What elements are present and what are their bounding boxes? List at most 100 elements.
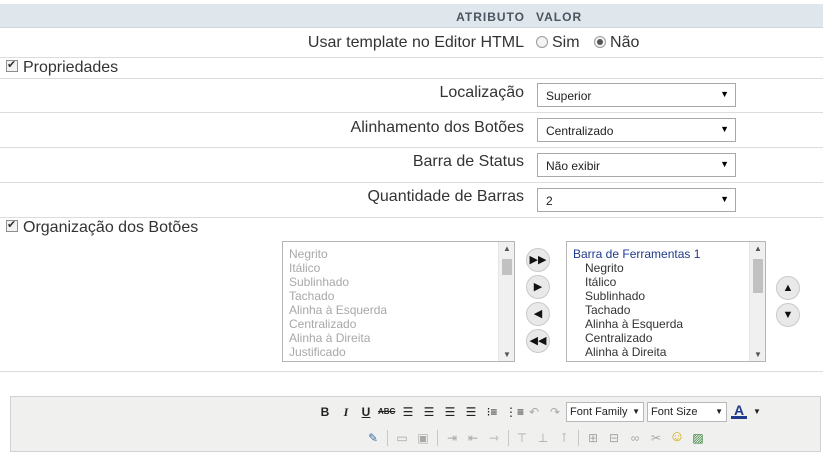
location-select[interactable]: Superior ▼ <box>537 83 736 107</box>
list-item[interactable]: Negrito <box>289 247 514 261</box>
list-item[interactable]: Alinha à Esquerda <box>289 303 514 317</box>
chevron-down-icon: ▼ <box>720 124 729 134</box>
scroll-thumb[interactable] <box>753 259 763 293</box>
unlink-icon[interactable]: ✂ <box>648 430 664 446</box>
separator <box>387 430 388 446</box>
chevron-down-icon: ▼ <box>715 407 723 416</box>
list-group-header[interactable]: Barra de Ferramentas 1 <box>573 247 765 261</box>
image-icon[interactable]: ▨ <box>690 430 706 446</box>
scroll-down-icon[interactable]: ▼ <box>750 350 765 359</box>
organization-checkbox[interactable] <box>6 218 18 232</box>
delete-row-icon[interactable]: ⇾ <box>486 430 502 446</box>
list-item[interactable]: Sublinhado <box>573 289 765 303</box>
scroll-up-icon[interactable]: ▲ <box>750 244 765 253</box>
separator <box>578 430 579 446</box>
section-organization: Organização dos Botões Negrito Itálico S… <box>0 218 823 372</box>
separator <box>508 430 509 446</box>
move-down-button[interactable]: ▼ <box>776 303 800 327</box>
list-item[interactable]: Justificado <box>289 345 514 359</box>
font-family-select[interactable]: Font Family ▼ <box>566 402 644 422</box>
properties-checkbox[interactable] <box>6 58 18 72</box>
insert-col-before-icon[interactable]: ⊤ <box>514 430 530 446</box>
insert-row-before-icon[interactable]: ⇥ <box>444 430 460 446</box>
template-label: Usar template no Editor HTML <box>307 34 524 51</box>
radio-nao-label: Não <box>610 34 640 51</box>
delete-col-icon[interactable]: ⊺ <box>556 430 572 446</box>
font-color-dropdown-icon[interactable]: ▼ <box>749 404 765 420</box>
available-items: Negrito Itálico Sublinhado Tachado Alinh… <box>283 242 514 359</box>
attribute-column-header: ATRIBUTO <box>456 10 525 24</box>
list-item[interactable]: Centralizado <box>289 317 514 331</box>
status-bar-select[interactable]: Não exibir ▼ <box>537 153 736 177</box>
radio-sim[interactable] <box>536 36 548 48</box>
move-all-right-button[interactable]: ▶▶ <box>526 248 550 272</box>
prop-label: Alinhamento dos Botões <box>350 119 524 136</box>
chevron-down-icon: ▼ <box>720 159 729 169</box>
prop-row: Alinhamento dos Botões Centralizado ▼ <box>0 113 823 148</box>
value-column-header: VALOR <box>536 10 583 24</box>
prop-row: Barra de Status Não exibir ▼ <box>0 148 823 183</box>
selected-buttons-list[interactable]: Barra de Ferramentas 1 Negrito Itálico S… <box>566 241 766 362</box>
editor-toolbar-preview: B I U ABC ☰ ☰ ☰ ☰ ⁝≡ ⋮≡ ↶ ↷ Font Family ▼… <box>10 396 821 452</box>
list-item[interactable]: Negrito <box>573 261 765 275</box>
strikethrough-icon[interactable]: ABC <box>378 404 395 420</box>
bullet-list-icon[interactable]: ⁝≡ <box>484 404 500 420</box>
properties-label: Propriedades <box>23 59 119 76</box>
move-up-button[interactable]: ▲ <box>776 276 800 300</box>
prop-label: Localização <box>439 84 525 101</box>
underline-icon[interactable]: U <box>358 404 374 420</box>
scrollbar[interactable]: ▲ ▼ <box>498 242 514 361</box>
move-all-left-button[interactable]: ◀◀ <box>526 329 550 353</box>
move-left-button[interactable]: ◀ <box>526 302 550 326</box>
italic-icon[interactable]: I <box>338 404 354 420</box>
list-item[interactable]: Alinha à Direita <box>289 331 514 345</box>
bold-icon[interactable]: B <box>317 404 333 420</box>
list-item[interactable]: Itálico <box>289 261 514 275</box>
chevron-down-icon: ▼ <box>720 194 729 204</box>
scroll-up-icon[interactable]: ▲ <box>499 244 514 253</box>
prop-row: Localização Superior ▼ <box>0 79 823 113</box>
button-alignment-select[interactable]: Centralizado ▼ <box>537 118 736 142</box>
numbered-list-icon[interactable]: ⋮≡ <box>505 404 524 420</box>
scroll-thumb[interactable] <box>502 259 512 275</box>
split-cells-icon[interactable]: ⊞ <box>585 430 601 446</box>
align-left-icon[interactable]: ☰ <box>400 404 416 420</box>
chevron-down-icon: ▼ <box>632 407 640 416</box>
link-icon[interactable]: ∞ <box>627 430 643 446</box>
undo-icon[interactable]: ↶ <box>526 404 542 420</box>
insert-col-after-icon[interactable]: ⊥ <box>535 430 551 446</box>
separator <box>437 430 438 446</box>
insert-row-after-icon[interactable]: ⇤ <box>465 430 481 446</box>
section-organization-header: Organização dos Botões <box>6 218 198 237</box>
list-item[interactable]: Tachado <box>573 303 765 317</box>
table-row-icon[interactable]: ▭ <box>394 430 410 446</box>
radio-sim-label: Sim <box>552 34 580 51</box>
align-center-icon[interactable]: ☰ <box>421 404 437 420</box>
prop-row: Quantidade de Barras 2 ▼ <box>0 183 823 218</box>
smiley-icon[interactable]: ☺ <box>669 429 685 445</box>
list-item[interactable]: Centralizado <box>573 331 765 345</box>
font-size-select[interactable]: Font Size ▼ <box>647 402 727 422</box>
move-right-button[interactable]: ▶ <box>526 275 550 299</box>
prop-label: Quantidade de Barras <box>367 188 524 205</box>
list-item[interactable]: Tachado <box>289 289 514 303</box>
available-buttons-list[interactable]: Negrito Itálico Sublinhado Tachado Alinh… <box>282 241 515 362</box>
justify-icon[interactable]: ☰ <box>463 404 479 420</box>
list-item[interactable]: Alinha à Direita <box>573 345 765 359</box>
list-item[interactable]: Itálico <box>573 275 765 289</box>
scroll-down-icon[interactable]: ▼ <box>499 350 514 359</box>
font-color-icon[interactable]: A <box>731 403 747 419</box>
selected-items: Barra de Ferramentas 1 Negrito Itálico S… <box>567 242 765 359</box>
table-cell-icon[interactable]: ▣ <box>415 430 431 446</box>
redo-icon[interactable]: ↷ <box>547 404 563 420</box>
scrollbar[interactable]: ▲ ▼ <box>749 242 765 361</box>
toolbar-count-select[interactable]: 2 ▼ <box>537 188 736 212</box>
radio-nao[interactable] <box>594 36 607 48</box>
prop-label: Barra de Status <box>412 153 524 170</box>
list-item[interactable]: Alinha à Esquerda <box>573 317 765 331</box>
align-right-icon[interactable]: ☰ <box>442 404 458 420</box>
list-item[interactable]: Sublinhado <box>289 275 514 289</box>
merge-cells-icon[interactable]: ⊟ <box>606 430 622 446</box>
edit-icon[interactable]: ✎ <box>365 430 381 446</box>
template-radio-group: Sim Não <box>536 34 649 52</box>
